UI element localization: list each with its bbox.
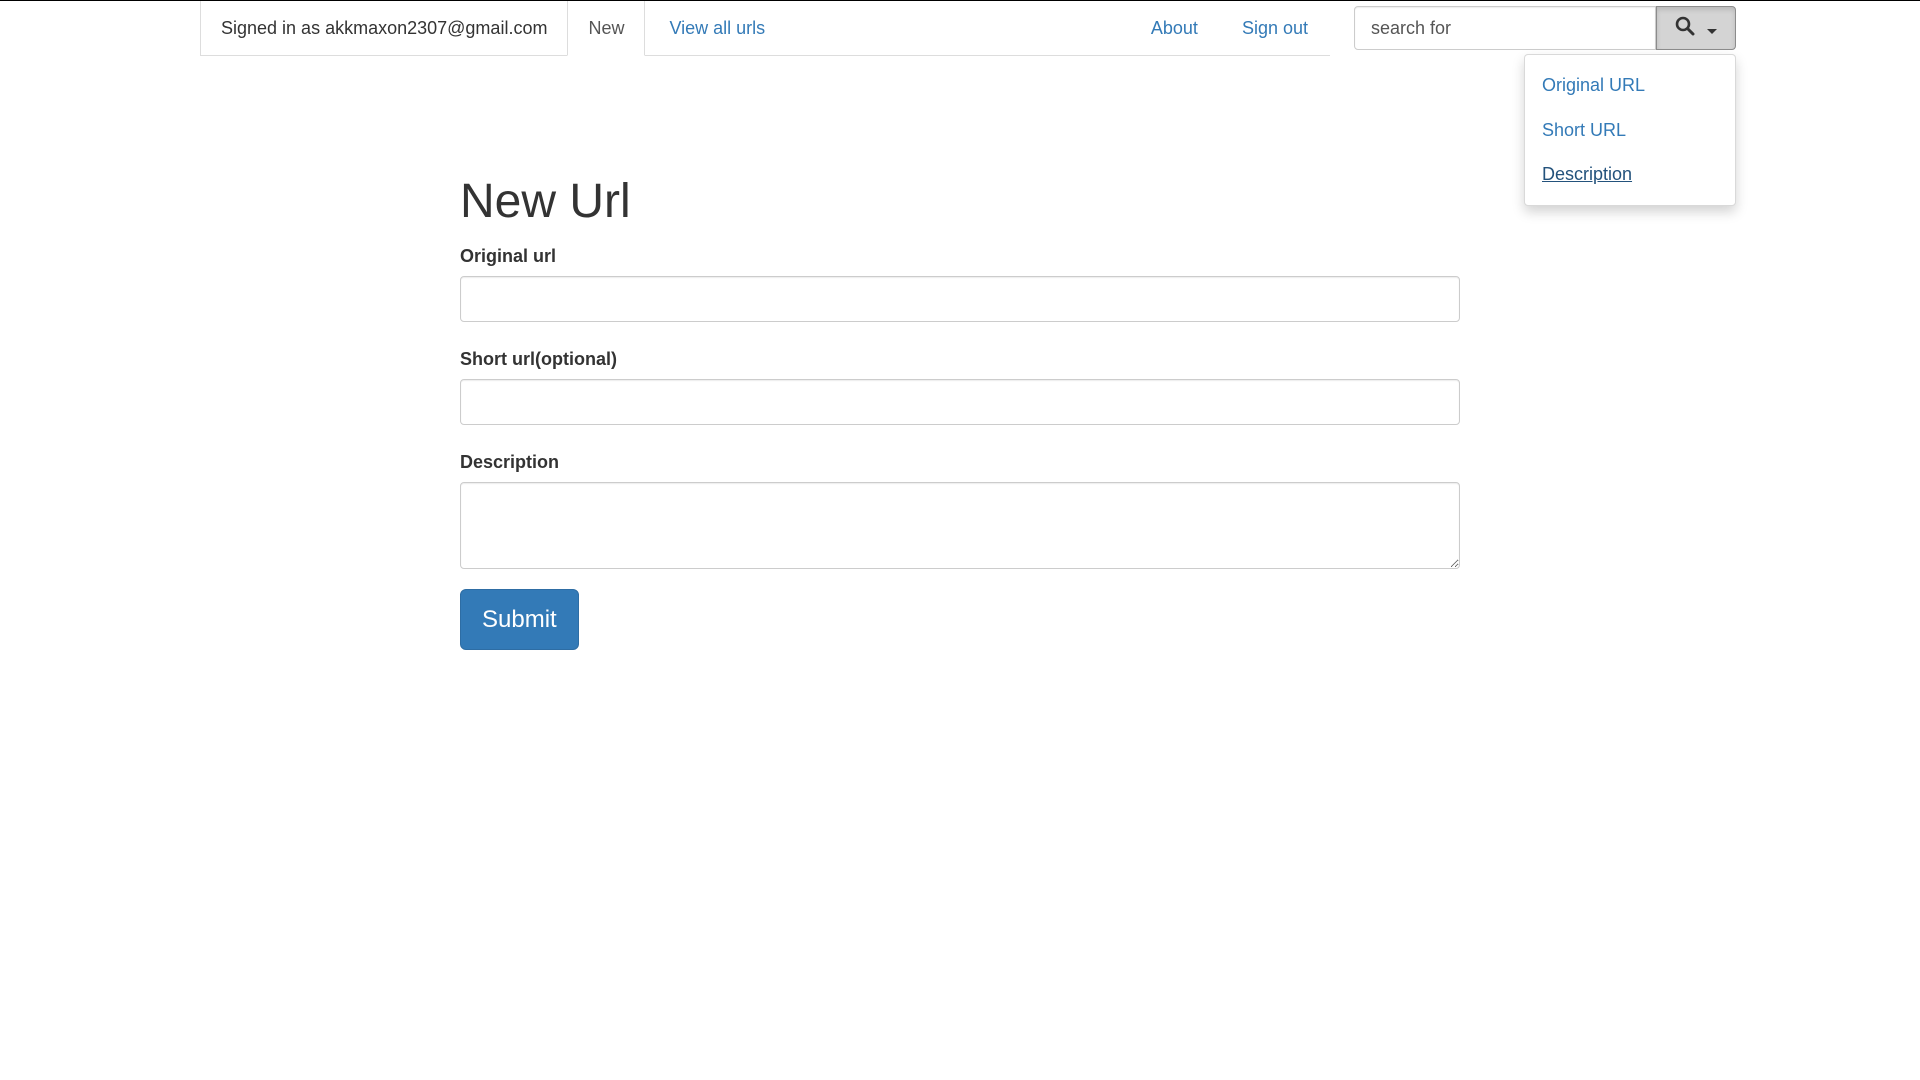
description-label: Description (460, 452, 560, 472)
dropdown-item-description[interactable]: Description (1525, 152, 1735, 197)
dropdown-item-short-url[interactable]: Short URL (1525, 108, 1735, 153)
short-url-group: Short url(optional) (460, 347, 1460, 425)
new-url-form: New Url Original url Short url(optional)… (460, 160, 1460, 650)
navbar-left: Signed in as akkmaxon2307@gmail.com New … (200, 1, 789, 56)
original-url-field[interactable] (460, 276, 1460, 322)
short-url-label: Short url(optional) (460, 349, 617, 369)
search-icon (1675, 16, 1695, 41)
page-title: New Url (460, 175, 631, 228)
description-field[interactable] (460, 482, 1460, 569)
dropdown-item-original-url[interactable]: Original URL (1525, 63, 1735, 108)
search-dropdown-menu: Original URL Short URL Description (1524, 54, 1736, 206)
navbar: Signed in as akkmaxon2307@gmail.com New … (200, 1, 1330, 56)
description-group: Description (460, 450, 1460, 569)
short-url-field[interactable] (460, 379, 1460, 425)
tab-view-all-urls[interactable]: View all urls (645, 1, 789, 56)
sign-out-link[interactable]: Sign out (1220, 1, 1330, 56)
signed-in-text: Signed in as akkmaxon2307@gmail.com (200, 1, 567, 55)
search-group (1354, 6, 1736, 50)
original-url-group: Original url (460, 244, 1460, 322)
original-url-label: Original url (460, 246, 557, 266)
caret-down-icon (1707, 28, 1717, 34)
navbar-right: About Sign out (1129, 1, 1330, 55)
tab-new[interactable]: New (567, 1, 646, 56)
submit-button[interactable]: Submit (460, 589, 579, 650)
search-button[interactable] (1656, 6, 1736, 50)
search-input[interactable] (1354, 6, 1656, 50)
about-link[interactable]: About (1129, 1, 1220, 56)
